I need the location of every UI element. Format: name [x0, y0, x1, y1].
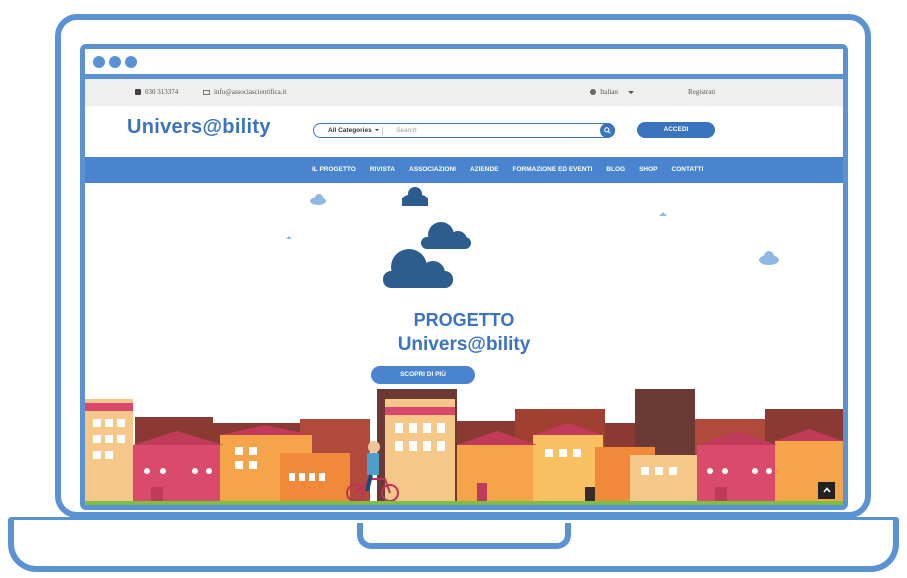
- hero-logo-end: bility: [485, 334, 531, 355]
- city-skyline-illustration: [85, 389, 843, 505]
- language-selector[interactable]: Italian: [590, 88, 634, 96]
- cloud-icon: [402, 187, 428, 206]
- search-input[interactable]: Search: [396, 127, 417, 134]
- hero-logo: Univers@bility: [85, 334, 843, 356]
- discover-more-button[interactable]: SCOPRI DI PIÙ: [371, 366, 475, 384]
- cloud-icon: [383, 249, 453, 288]
- page-viewport: 030 313374 info@associascientifica.it It…: [85, 79, 843, 505]
- language-label: Italian: [600, 88, 618, 96]
- nav-item-il-progetto[interactable]: IL PROGETTO: [312, 166, 356, 173]
- nav-item-shop[interactable]: SHOP: [639, 166, 657, 173]
- cloud-icon: [310, 194, 326, 205]
- laptop-notch: [357, 523, 571, 549]
- logo-text-end: bility: [222, 116, 271, 138]
- hero-logo-start: Univers: [397, 334, 468, 355]
- register-link[interactable]: Registrati: [688, 88, 715, 96]
- nav-item-blog[interactable]: BLOG: [606, 166, 625, 173]
- logo-at-symbol: @: [202, 116, 223, 138]
- nav-item-aziende[interactable]: AZIENDE: [470, 166, 499, 173]
- hero-logo-at: @: [467, 334, 486, 355]
- login-button[interactable]: ACCEDI: [637, 122, 715, 138]
- top-info-bar: 030 313374 info@associascientifica.it It…: [85, 79, 843, 106]
- scroll-to-top-button[interactable]: [818, 482, 835, 499]
- window-dot-icon[interactable]: [93, 56, 105, 68]
- mail-icon: [203, 89, 210, 95]
- browser-chrome: [85, 49, 843, 79]
- email-contact[interactable]: info@associascientifica.it: [203, 88, 286, 96]
- search-button[interactable]: [600, 123, 615, 138]
- category-dropdown[interactable]: All Categories: [328, 127, 379, 134]
- browser-window: 030 313374 info@associascientifica.it It…: [80, 44, 848, 510]
- cloud-icon: [759, 251, 779, 265]
- nav-item-rivista[interactable]: RIVISTA: [370, 166, 395, 173]
- category-label: All Categories: [328, 127, 372, 134]
- hero-section: PROGETTO Univers@bility SCOPRI DI PIÙ: [85, 183, 843, 505]
- main-nav: IL PROGETTO RIVISTA ASSOCIAZIONI AZIENDE…: [85, 157, 843, 183]
- nav-links: IL PROGETTO RIVISTA ASSOCIAZIONI AZIENDE…: [312, 166, 703, 173]
- window-dot-icon[interactable]: [125, 56, 137, 68]
- globe-icon: [590, 89, 596, 95]
- chevron-down-icon: [374, 129, 379, 132]
- phone-number: 030 313374: [145, 88, 179, 96]
- phone-icon: [135, 89, 141, 95]
- window-dot-icon[interactable]: [109, 56, 121, 68]
- cloud-icon: [421, 222, 471, 249]
- site-logo[interactable]: Univers@bility: [127, 116, 271, 139]
- hero-title: PROGETTO: [413, 310, 515, 330]
- register-label: Registrati: [688, 88, 716, 96]
- search-icon: [604, 127, 611, 134]
- email-address: info@associascientifica.it: [214, 88, 287, 96]
- cloud-icon: [659, 212, 667, 216]
- nav-item-formazione-ed-eventi[interactable]: FORMAZIONE ED EVENTI: [512, 166, 592, 173]
- cloud-icon: [286, 236, 292, 239]
- nav-item-associazioni[interactable]: ASSOCIAZIONI: [409, 166, 456, 173]
- nav-item-contatti[interactable]: CONTATTI: [672, 166, 704, 173]
- logo-text-start: Univers: [127, 116, 203, 138]
- chevron-up-icon: [822, 487, 831, 493]
- search-divider: [382, 127, 383, 135]
- caret-down-icon: [627, 90, 634, 94]
- phone-contact[interactable]: 030 313374: [135, 88, 178, 96]
- search-bar: All Categories Search: [313, 123, 615, 138]
